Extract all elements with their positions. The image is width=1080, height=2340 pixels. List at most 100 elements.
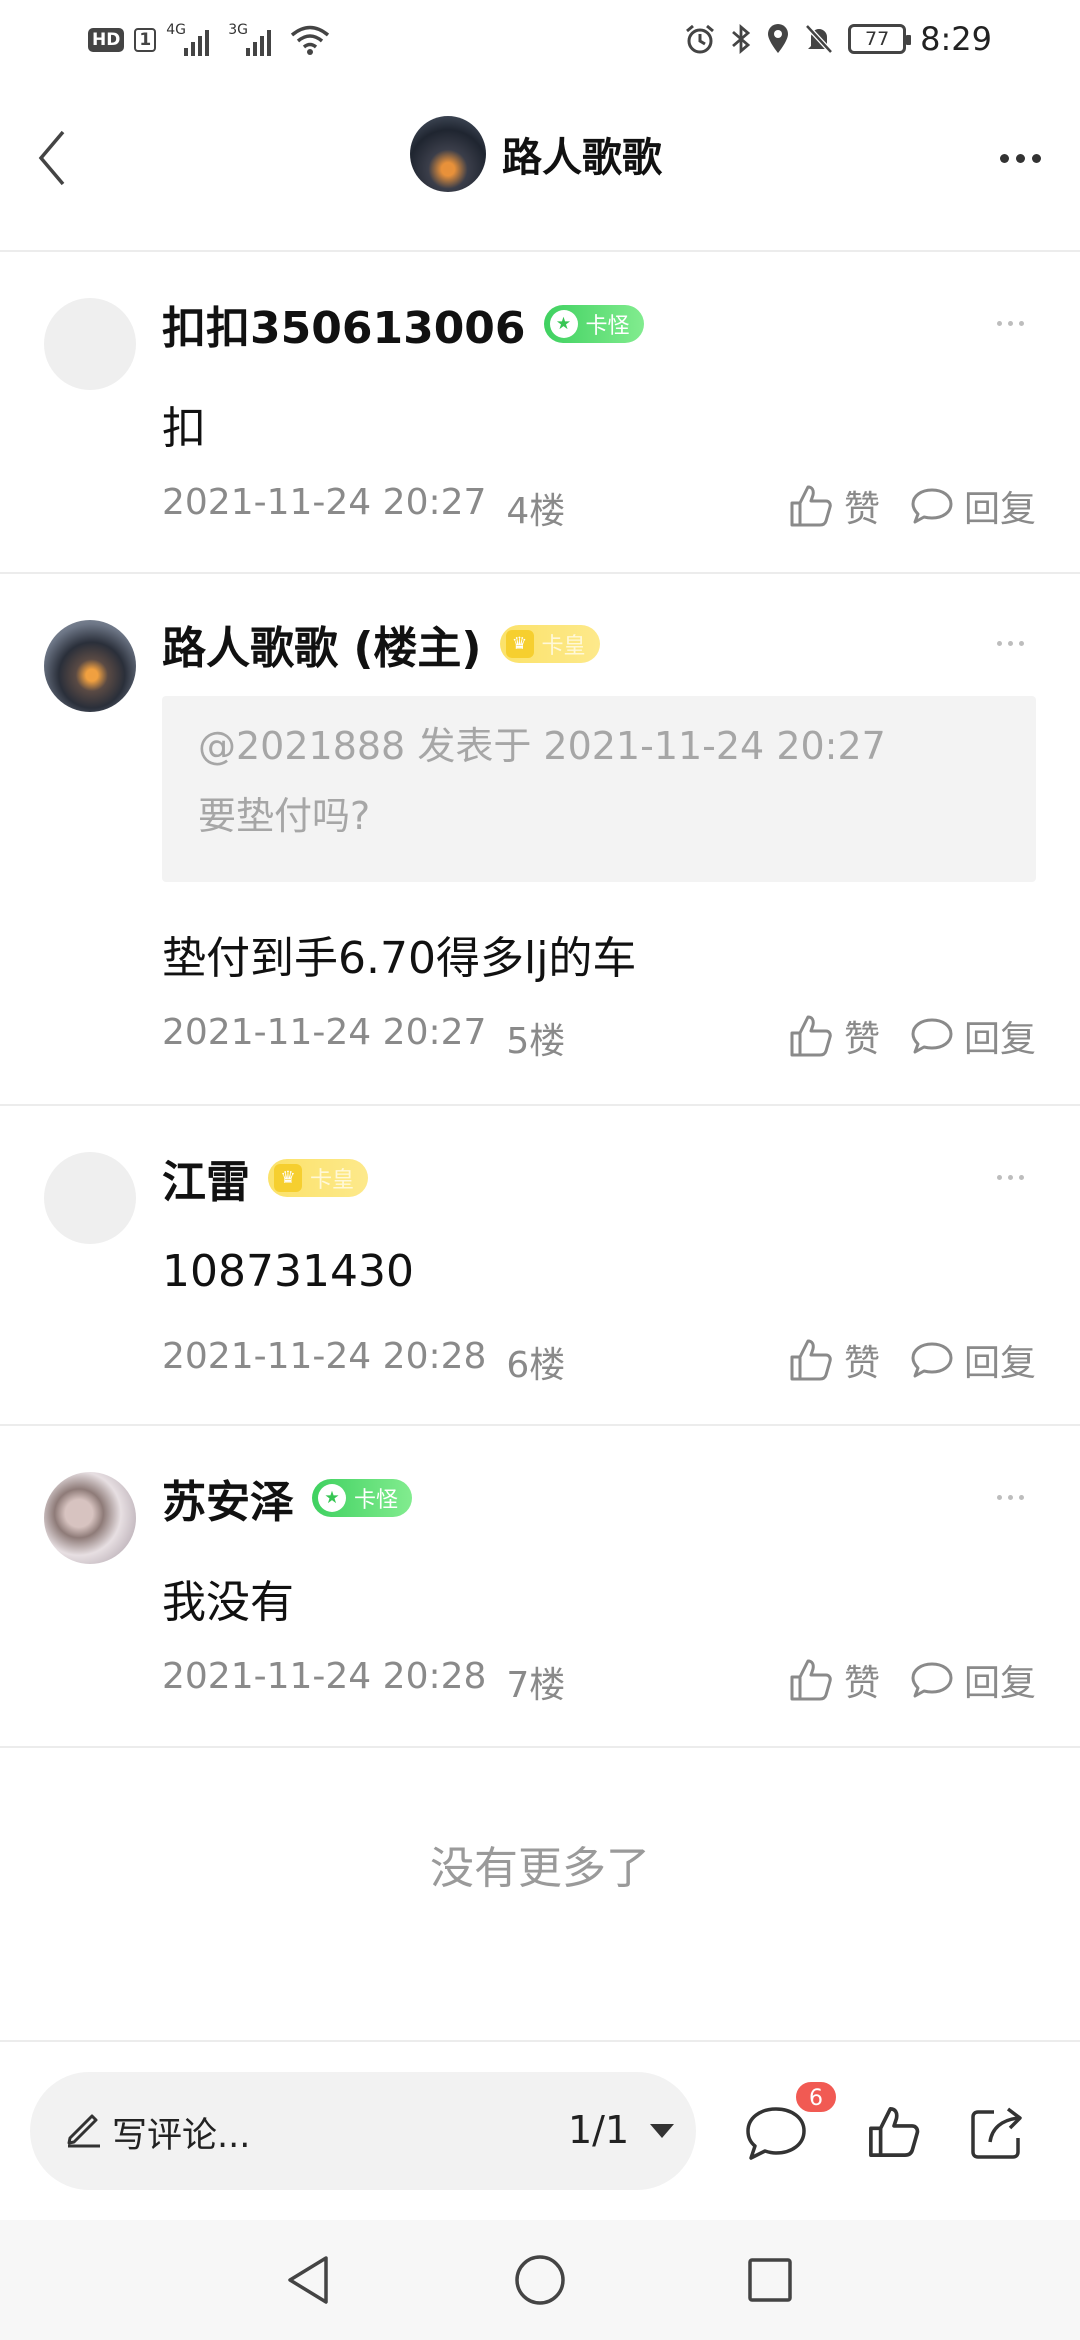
badge-label: 卡怪 — [354, 1488, 399, 1513]
reply-post: 江雷 ♛ 卡皇 108731430 2021-11-24 20:28 6楼 赞 … — [0, 1108, 1080, 1426]
post-meta: 2021-11-24 20:27 4楼 — [162, 482, 565, 534]
comment-bubble-icon — [911, 488, 953, 524]
quote-header: @2021888 发表于 2021-11-24 20:27 — [198, 724, 886, 768]
post-more-button[interactable] — [980, 628, 1040, 658]
post-more-button[interactable] — [980, 1162, 1040, 1192]
like-thread-icon[interactable] — [866, 2104, 922, 2160]
post-actions: 赞 回复 — [788, 480, 1036, 532]
share-icon[interactable] — [968, 2104, 1026, 2162]
thumbs-up-icon — [790, 1015, 832, 1057]
post-actions: 赞 回复 — [788, 1334, 1036, 1386]
comment-placeholder: 写评论... — [112, 2116, 251, 2156]
avatar[interactable] — [44, 1472, 136, 1564]
floor-number: 6楼 — [506, 1345, 566, 1386]
comment-bubble-icon — [911, 1018, 953, 1054]
square-recents-icon — [748, 2258, 792, 2302]
avatar[interactable] — [44, 620, 136, 712]
like-button[interactable]: 赞 — [788, 480, 880, 532]
badge-label: 卡怪 — [585, 314, 630, 339]
level-badge[interactable]: ♛ 卡皇 — [499, 625, 600, 663]
reply-label: 回复 — [963, 1663, 1036, 1704]
level-badge[interactable]: ♛ 卡皇 — [268, 1159, 369, 1197]
like-button[interactable]: 赞 — [788, 1010, 880, 1062]
back-button[interactable] — [22, 118, 82, 198]
author-avatar[interactable] — [410, 116, 486, 192]
level-badge[interactable]: ★ 卡怪 — [543, 305, 644, 343]
post-content: 垫付到手6.70得多lj的车 — [162, 933, 637, 984]
reply-button[interactable]: 回复 — [910, 1654, 1036, 1706]
nav-back-button[interactable] — [278, 2250, 338, 2310]
quoted-reply[interactable]: @2021888 发表于 2021-11-24 20:27 要垫付吗? — [162, 696, 1036, 882]
hd-indicator: HD — [88, 28, 125, 52]
reply-button[interactable]: 回复 — [910, 1334, 1036, 1386]
post-meta: 2021-11-24 20:27 5楼 — [162, 1012, 565, 1064]
reply-post: 苏安泽 ★ 卡怪 我没有 2021-11-24 20:28 7楼 赞 回复 — [0, 1428, 1080, 1748]
circle-home-icon — [515, 2255, 565, 2305]
post-actions: 赞 回复 — [788, 1654, 1036, 1706]
post-meta: 2021-11-24 20:28 7楼 — [162, 1656, 565, 1708]
badge-label: 卡皇 — [310, 1168, 355, 1193]
status-bar: HD 1 4G 3G 77 8:29 — [0, 0, 1080, 80]
floor-number: 7楼 — [506, 1665, 566, 1706]
reply-button[interactable]: 回复 — [910, 480, 1036, 532]
page-indicator[interactable]: 1/1 — [568, 2108, 629, 2152]
post-more-button[interactable] — [980, 308, 1040, 338]
floor-number: 5楼 — [506, 1021, 566, 1062]
avatar[interactable] — [44, 298, 136, 390]
badge-label: 卡皇 — [541, 634, 586, 659]
page-dropdown-icon[interactable] — [650, 2124, 674, 2138]
level-badge[interactable]: ★ 卡怪 — [312, 1479, 413, 1517]
back-arrow-icon — [38, 130, 65, 186]
comment-bubble-icon — [911, 1342, 953, 1378]
pencil-icon — [67, 2114, 100, 2148]
like-label: 赞 — [843, 489, 880, 530]
no-more-label: 没有更多了 — [430, 1843, 650, 1894]
star-icon: ★ — [549, 310, 578, 338]
sim-indicator: 1 — [134, 28, 157, 52]
like-label: 赞 — [843, 1663, 880, 1704]
thumbs-up-icon — [790, 1339, 832, 1381]
reply-button[interactable]: 回复 — [910, 1010, 1036, 1062]
like-label: 赞 — [843, 1019, 880, 1060]
user-name[interactable]: 扣扣350613006 — [162, 292, 526, 356]
triangle-back-icon — [288, 2256, 328, 2304]
name-row: 苏安泽 ★ 卡怪 — [162, 1466, 413, 1530]
network-type-label: 3G — [228, 22, 248, 38]
avatar[interactable] — [44, 1152, 136, 1244]
status-left: HD 1 4G 3G — [88, 22, 330, 58]
like-button[interactable]: 赞 — [788, 1334, 880, 1386]
signal-3g-icon: 3G — [228, 22, 280, 58]
status-time: 8:29 — [920, 20, 992, 58]
thumbs-up-icon — [790, 485, 832, 527]
floor-number: 4楼 — [506, 491, 566, 532]
post-content: 108731430 — [162, 1246, 414, 1297]
signal-4g-icon: 4G — [166, 22, 218, 58]
thread-author[interactable]: 路人歌歌 — [410, 114, 662, 194]
user-name[interactable]: 江雷 — [162, 1146, 250, 1210]
like-button[interactable]: 赞 — [788, 1654, 880, 1706]
reply-post: 扣扣350613006 ★ 卡怪 扣 2021-11-24 20:27 4楼 赞… — [0, 254, 1080, 574]
star-icon: ★ — [318, 1484, 346, 1512]
name-row: 扣扣350613006 ★ 卡怪 — [162, 292, 644, 356]
reply-label: 回复 — [963, 1019, 1036, 1060]
user-name[interactable]: 路人歌歌 (楼主) — [162, 612, 482, 676]
bottom-action-bar: 写评论... 1/1 6 — [0, 2040, 1080, 2220]
author-name: 路人歌歌 — [502, 135, 662, 181]
name-row: 江雷 ♛ 卡皇 — [162, 1146, 369, 1210]
alarm-icon — [686, 24, 715, 54]
nav-recents-button[interactable] — [740, 2250, 800, 2310]
thumbs-up-icon — [790, 1659, 832, 1701]
post-content: 扣 — [162, 403, 206, 454]
post-more-button[interactable] — [980, 1482, 1040, 1512]
system-nav-bar — [0, 2220, 1080, 2340]
comments-icon[interactable] — [744, 2104, 808, 2162]
comment-input[interactable]: 写评论... 1/1 — [30, 2072, 696, 2190]
quote-text: 要垫付吗? — [198, 794, 371, 838]
network-type-label: 4G — [166, 22, 186, 38]
more-options-button[interactable] — [988, 138, 1052, 178]
name-row: 路人歌歌 (楼主) ♛ 卡皇 — [162, 612, 600, 676]
user-name[interactable]: 苏安泽 — [162, 1466, 294, 1530]
wifi-icon — [291, 25, 330, 55]
nav-home-button[interactable] — [510, 2250, 570, 2310]
comment-bubble-icon — [911, 1662, 953, 1698]
